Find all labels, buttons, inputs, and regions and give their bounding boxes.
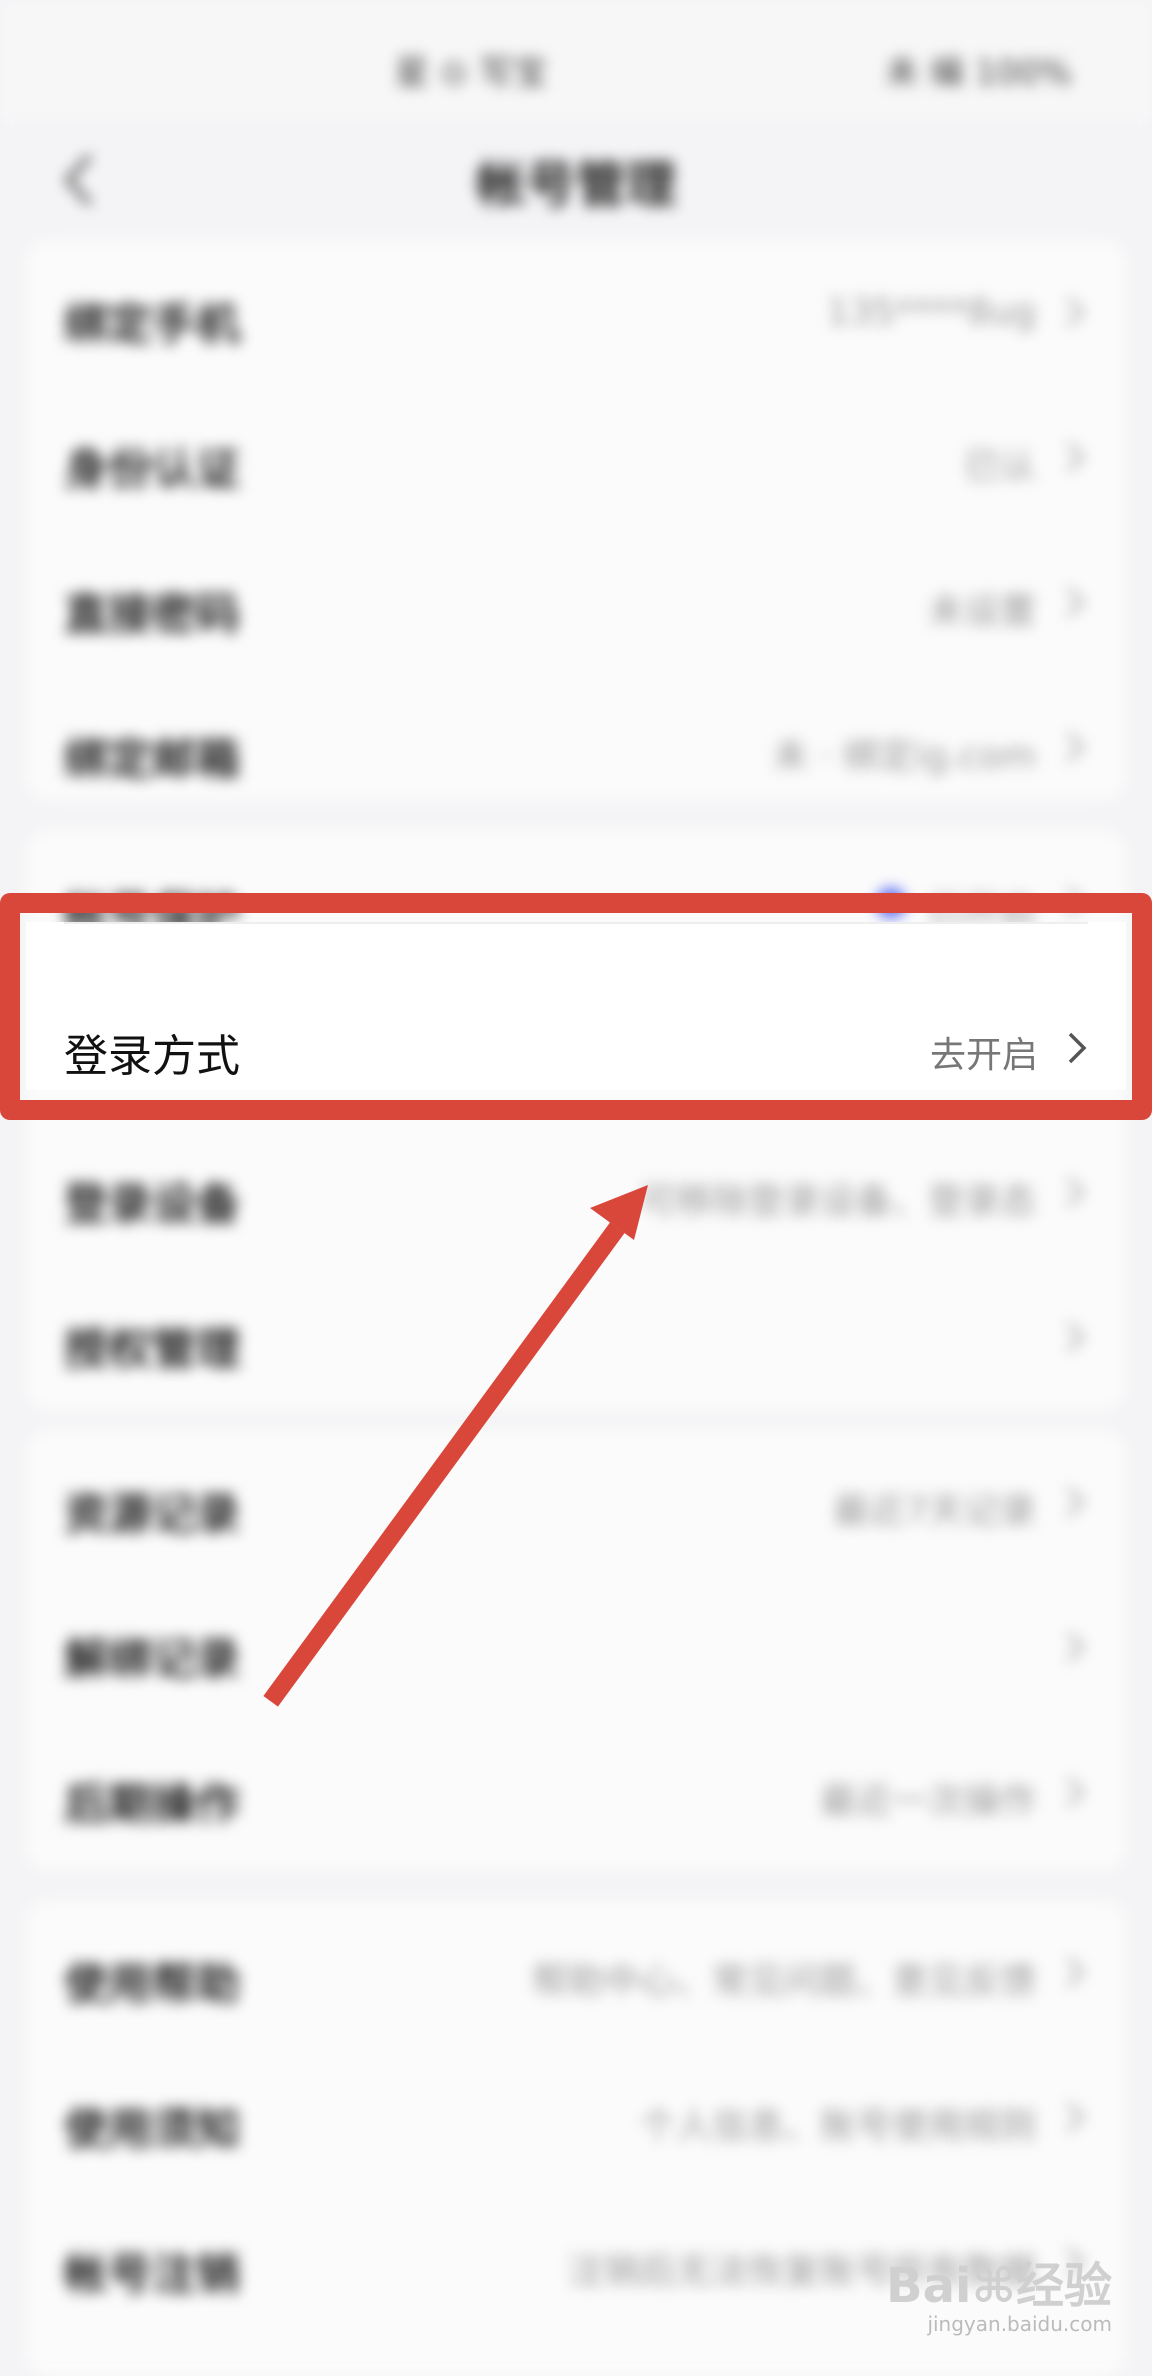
row-label: 绑定手机: [64, 299, 240, 350]
chevron-right-icon: [1066, 441, 1085, 473]
settings-card-security: 帐号保护 已开启 登录设备 可移除登录设备、登录态 授权管理: [26, 830, 1126, 1410]
settings-row[interactable]: 直接密码 未设置: [26, 530, 1126, 675]
row-divider: [64, 922, 1088, 924]
row-value: 最近一次操作: [819, 1781, 1036, 1822]
settings-row[interactable]: 绑定手机 135****8ug: [26, 240, 1126, 385]
chevron-right-icon: [1066, 1776, 1085, 1808]
status-right-text: 未 编 100%: [885, 53, 1072, 93]
row-value: 可移除登录设备、登录态: [639, 1181, 1036, 1222]
chevron-right-icon: [1068, 1032, 1087, 1064]
chevron-right-icon: [1066, 1631, 1085, 1663]
status-bar: 星 ⊙ 写宝 未 编 100%: [0, 0, 1152, 120]
row-label: 使用须知: [64, 2104, 240, 2155]
settings-row[interactable]: 使用帮助 帮助中心、常见问题、意见反馈: [26, 1900, 1126, 2045]
settings-row[interactable]: 资源记录 最近7天记录: [26, 1430, 1126, 1575]
row-label: 身份认证: [64, 444, 240, 495]
settings-row[interactable]: 解绑记录: [26, 1575, 1126, 1720]
page-title: 帐号管理: [476, 156, 676, 214]
row-value: 个人信息、账号使用规则: [639, 2106, 1036, 2147]
login-method-value: 去开启: [929, 1035, 1038, 1076]
settings-card-account: 绑定手机 135****8ug 身份认证 已认 直接密码 未设置 绑定邮箱 未 …: [26, 240, 1126, 800]
row-value: 帮助中心、常见问题、意见反馈: [531, 1961, 1036, 2002]
chevron-right-icon: [1066, 586, 1085, 618]
settings-row[interactable]: 后期操作 最近一次操作: [26, 1720, 1126, 1865]
chevron-right-icon: [1066, 1486, 1085, 1518]
login-method-row[interactable]: 登录方式 去开启: [26, 922, 1126, 1090]
settings-row[interactable]: 使用须知 个人信息、账号使用规则: [26, 2045, 1126, 2190]
row-label: 绑定邮箱: [64, 734, 240, 785]
row-value: 已认: [963, 446, 1036, 487]
chevron-right-icon: [1066, 1176, 1085, 1208]
row-label: 资源记录: [64, 1489, 240, 1540]
row-label: 帐号注销: [64, 2249, 240, 2300]
settings-card-records: 资源记录 最近7天记录 解绑记录 后期操作 最近一次操作: [26, 1430, 1126, 1870]
row-value: 未设置: [927, 591, 1036, 632]
chevron-right-icon: [1066, 296, 1085, 328]
row-label: 后期操作: [64, 1779, 240, 1830]
status-dot-icon: [876, 888, 906, 918]
row-label: 解绑记录: [64, 1634, 240, 1685]
login-method-label: 登录方式: [64, 1031, 240, 1082]
row-label: 授权管理: [64, 1324, 240, 1375]
chevron-right-icon: [1066, 1956, 1085, 1988]
status-center-text: 星 ⊙ 写宝: [395, 53, 548, 93]
blurred-background-page: 星 ⊙ 写宝 未 编 100% 帐号管理 绑定手机 135****8ug 身份认…: [0, 0, 1152, 2376]
row-label: 登录设备: [64, 1179, 240, 1230]
watermark-logo: Bai⌘经验: [886, 2258, 1112, 2314]
row-label: 直接密码: [64, 589, 240, 640]
row-value: 最近7天记录: [833, 1491, 1036, 1532]
row-label: 使用帮助: [64, 1959, 240, 2010]
settings-row[interactable]: 绑定邮箱 未 · 绑定ig.com: [26, 675, 1126, 820]
chevron-right-icon: [1066, 731, 1085, 763]
settings-row[interactable]: 登录设备 可移除登录设备、登录态: [26, 1120, 1126, 1265]
watermark: Bai⌘经验 jingyan.baidu.com: [852, 2246, 1112, 2346]
row-value: 未 · 绑定ig.com: [772, 736, 1036, 777]
settings-row[interactable]: 授权管理: [26, 1265, 1126, 1410]
row-value: 135****8ug: [826, 292, 1036, 333]
settings-row[interactable]: 身份认证 已认: [26, 385, 1126, 530]
watermark-url: jingyan.baidu.com: [927, 2312, 1112, 2336]
chevron-right-icon: [1066, 1321, 1085, 1353]
chevron-right-icon: [1066, 2101, 1085, 2133]
chevron-right-icon: [1066, 886, 1085, 918]
